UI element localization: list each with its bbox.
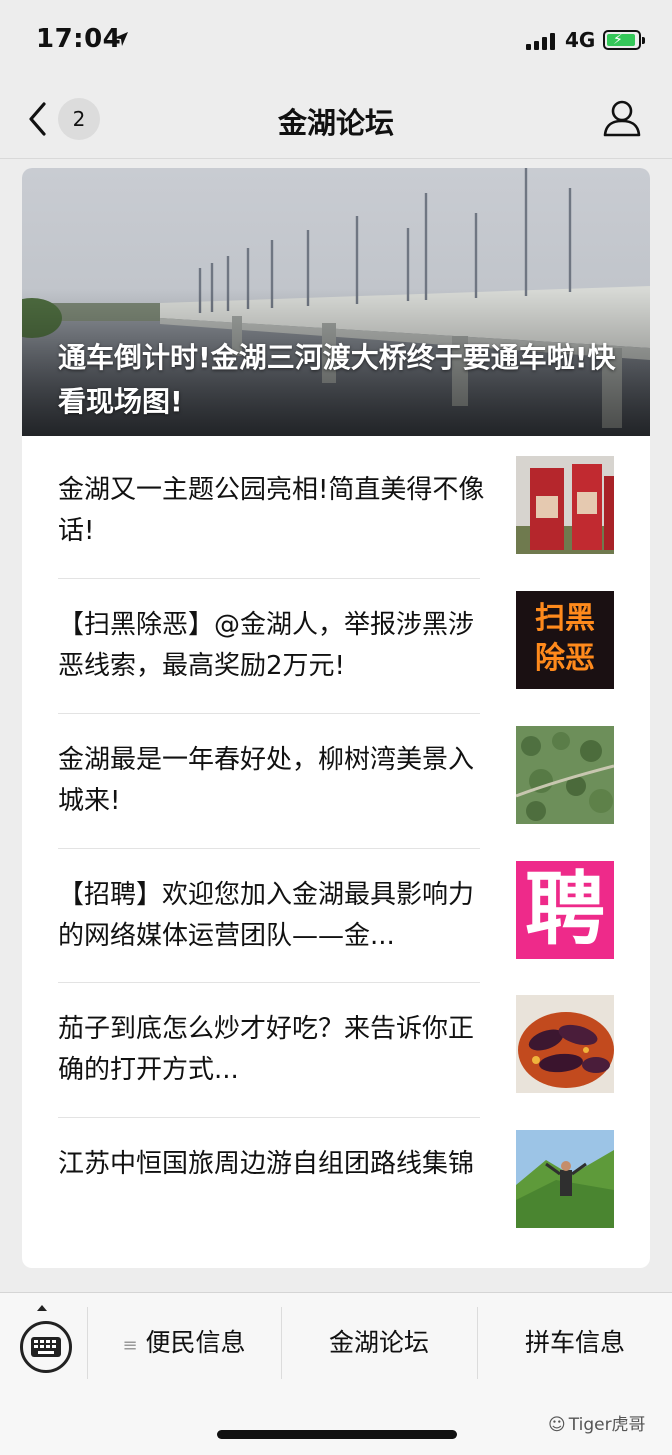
thumb-text-chu: 除恶 [535,641,595,676]
article-item[interactable]: 金湖又一主题公园亮相!简直美得不像话! [58,456,614,604]
recruit-thumbnail: 聘 [516,861,614,959]
article-title: 茄子到底怎么炒才好吃？来告诉你正确的打开方式... [58,1014,475,1085]
watermark-text: Tiger虎哥 [568,1415,646,1435]
article-title: 【招聘】欢迎您加入金湖最具影响力的网络媒体运营团队——金... [58,880,475,951]
article-title: 江苏中恒国旅周边游自组团路线集锦 [58,1149,475,1179]
menu-carpool-info[interactable]: 拼车信息 [478,1307,672,1379]
eggplant-thumbnail [516,995,614,1093]
article-item[interactable]: 【招聘】欢迎您加入金湖最具影响力的网络媒体运营团队——金... 聘 [58,861,614,1009]
article-item[interactable]: 金湖最是一年春好处，柳树湾美景入城来! [58,726,614,874]
article-title: 金湖又一主题公园亮相!简直美得不像话! [58,475,485,546]
home-indicator[interactable] [217,1430,457,1439]
keyboard-toggle-icon[interactable] [20,1321,72,1373]
article-title: 金湖最是一年春好处，柳树湾美景入城来! [58,745,475,816]
hero-article[interactable]: 通车倒计时!金湖三河渡大桥终于要通车啦!快看现场图! [22,168,650,436]
article-card: 通车倒计时!金湖三河渡大桥终于要通车啦!快看现场图! 金湖又一主题公园亮相!简直… [22,168,650,1268]
battery-icon: ⚡ [603,30,645,50]
expand-arrow-icon [37,1305,47,1311]
article-item[interactable]: 江苏中恒国旅周边游自组团路线集锦 [58,1130,614,1268]
menu-jinhu-forum[interactable]: 金湖论坛 [282,1307,476,1379]
status-time: 17:04 [36,24,122,54]
park-thumbnail [516,456,614,554]
status-bar: 17:04 4G ⚡ [0,0,672,82]
thumb-text-pin: 聘 [525,863,605,956]
profile-icon[interactable] [602,98,642,138]
mountain-thumbnail [516,1130,614,1228]
article-item[interactable]: 【扫黑除恶】@金湖人，举报涉黑涉恶线索，最高奖励2万元! 扫黑 除恶 [58,591,614,739]
article-title: 【扫黑除恶】@金湖人，举报涉黑涉恶线索，最高奖励2万元! [58,610,475,681]
menu-convenience-info[interactable]: ≡ 便民信息 [88,1307,280,1379]
divider [58,848,480,849]
location-arrow-icon [114,32,128,46]
divider [58,982,480,983]
article-item[interactable]: 茄子到底怎么炒才好吃？来告诉你正确的打开方式... [58,995,614,1143]
landscape-thumbnail [516,726,614,824]
nav-bar: 2 金湖论坛 [0,82,672,159]
thumb-text-sao: 扫黑 [535,601,595,636]
network-type: 4G [565,28,596,52]
submenu-lines-icon: ≡ [122,1335,138,1356]
divider [58,713,480,714]
anti-crime-thumbnail: 扫黑 除恶 [516,591,614,689]
signal-icon [526,32,555,50]
divider [58,1117,480,1118]
wechat-icon: ☺ [548,1415,566,1435]
hero-title: 通车倒计时!金湖三河渡大桥终于要通车啦!快看现场图! [58,341,616,418]
page-title: 金湖论坛 [277,106,394,140]
menu-label: 便民信息 [145,1328,246,1357]
divider [58,578,480,579]
watermark: ☺ Tiger虎哥 [548,1410,646,1435]
